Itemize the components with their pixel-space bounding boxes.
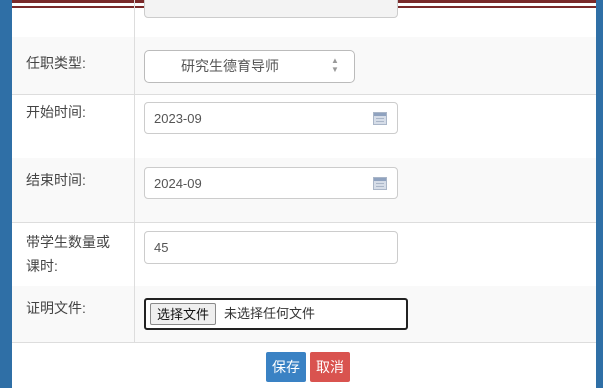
position-type-value: 研究生德育导师 [181,58,279,74]
form-row-position-type: 任职类型: 研究生德育导师 ▲ ▼ [12,37,596,95]
calendar-icon[interactable] [373,177,387,190]
choose-file-button[interactable]: 选择文件 [150,303,217,325]
label-cell [12,0,135,37]
proof-file-label: 证明文件: [26,300,86,316]
student-count-label-line1: 带学生数量或 [26,234,110,250]
frame-left-border [0,0,12,388]
label-cell: 开始时间: [12,94,135,158]
start-time-input[interactable]: 2023-09 [144,102,398,134]
select-arrows-icon[interactable]: ▲ ▼ [330,56,340,76]
label-cell: 结束时间: [12,158,135,222]
start-time-value: 2023-09 [154,111,202,126]
end-time-input[interactable]: 2024-09 [144,167,398,199]
form-row-student-count: 带学生数量或 课时: 45 [12,222,596,287]
frame-right-border [596,0,603,388]
form-row-previous [12,0,596,38]
end-time-label: 结束时间: [26,172,86,188]
label-cell: 任职类型: [12,37,135,94]
student-count-input[interactable]: 45 [144,231,398,264]
student-count-value: 45 [154,240,169,255]
student-count-label-line2: 课时: [26,258,58,274]
file-status-text: 未选择任何文件 [224,306,316,321]
end-time-value: 2024-09 [154,176,202,191]
position-type-select[interactable]: 研究生德育导师 ▲ ▼ [144,50,355,83]
save-button[interactable]: 保存 [266,352,306,382]
calendar-icon[interactable] [373,112,387,125]
start-time-label: 开始时间: [26,104,86,120]
label-cell: 证明文件: [12,286,135,342]
position-type-label: 任职类型: [26,55,86,71]
proof-file-input[interactable]: 选择文件 未选择任何文件 [144,298,408,330]
form-row-end-time: 结束时间: 2024-09 [12,158,596,223]
label-cell: 带学生数量或 课时: [12,222,135,286]
cancel-button[interactable]: 取消 [310,352,350,382]
previous-field[interactable] [144,0,398,18]
employment-form: 任职类型: 研究生德育导师 ▲ ▼ 开始时间: 2023-09 结束时间: 202… [12,0,596,388]
form-row-start-time: 开始时间: 2023-09 [12,94,596,159]
